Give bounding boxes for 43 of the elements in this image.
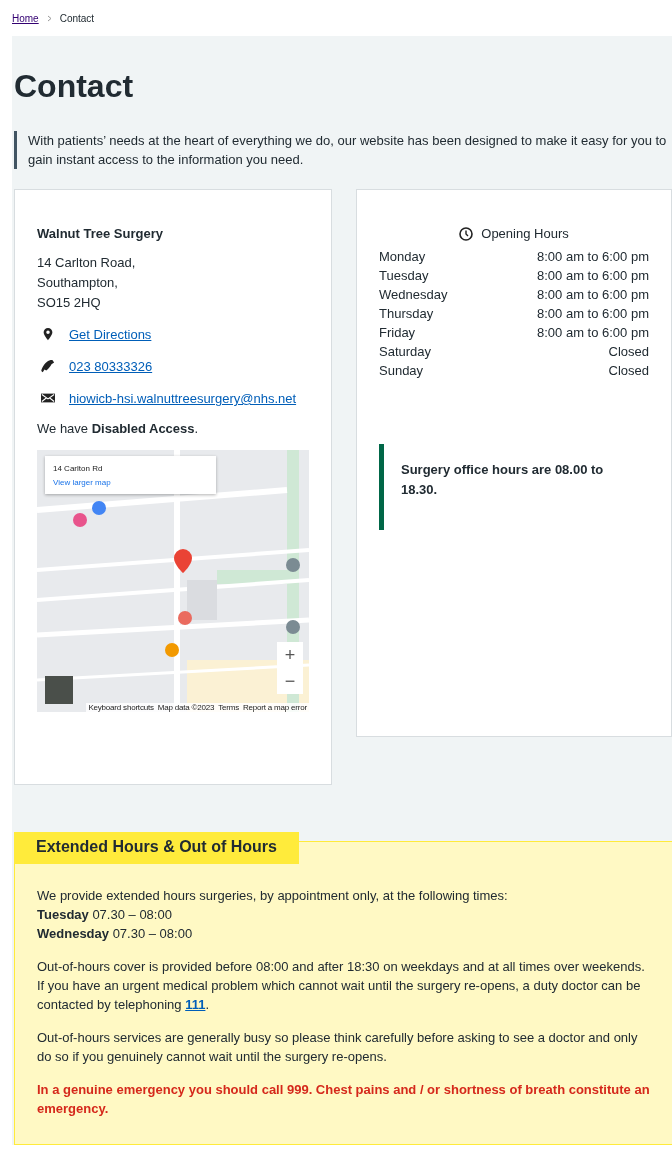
page-title: Contact xyxy=(14,68,135,105)
day-label: Saturday xyxy=(379,343,432,361)
map-footer-link[interactable]: Map data ©2023 xyxy=(157,703,215,712)
day-label: Monday xyxy=(379,248,426,266)
day-label: Sunday xyxy=(379,362,424,380)
hours-value: Closed xyxy=(608,343,649,361)
breadcrumb-current: Contact xyxy=(59,13,95,24)
map-footer-link[interactable]: Keyboard shortcuts xyxy=(88,703,154,712)
access-text: We have Disabled Access. xyxy=(37,421,200,436)
larger-map-link[interactable]: View larger map xyxy=(53,478,111,487)
directions-link[interactable]: Get Directions xyxy=(69,327,152,342)
out-of-hours-text: Out-of-hours cover is provided before 08:00 and after 18:30 on weekdays and at all times over weekends. If you have an urgent medical problem which cannot wait until the surgery re-opens, a duty doctor can be contacted by telephoning 111. xyxy=(37,958,646,1014)
intro-text: With patients’ needs at the heart of everything we do, our website has been designed to make it easy for you to gain instant access to the information you need. xyxy=(14,131,672,169)
day-label: Tuesday xyxy=(379,267,429,285)
hours-value: 8:00 am to 6:00 pm xyxy=(537,305,649,323)
chevron-icon xyxy=(46,15,52,22)
map-footer-link[interactable]: Report a map error xyxy=(243,703,307,712)
hours-value: 8:00 am to 6:00 pm xyxy=(537,248,649,266)
address: 14 Carlton Road, Southampton, SO15 2HQ xyxy=(37,254,137,312)
office-hours-note: Surgery office hours are 08.00 to 18.30. xyxy=(379,444,649,530)
services-text: Out-of-hours services are generally busy so please think carefully before asking to see a doctor and only do so if you genuinely cannot wait until the surgery re-opens. xyxy=(37,1029,639,1066)
panel-heading: Extended Hours & Out of Hours xyxy=(14,832,299,864)
hours-value: 8:00 am to 6:00 pm xyxy=(537,324,649,342)
hours-value: 8:00 am to 6:00 pm xyxy=(537,267,649,285)
place-title: 14 Carlton Rd xyxy=(53,464,104,473)
zoom-in-button[interactable]: + xyxy=(277,642,303,668)
hours-title: Opening Hours xyxy=(481,226,569,241)
emergency-text: In a genuine emergency you should call 999. Chest pains and / or shortness of breath constitute an emergency. xyxy=(37,1081,651,1118)
extended-hours-text: We provide extended hours surgeries, by appointment only, at the following times: Tuesday 07.30 – 08:00 Wednesday 07.30 – 08:00 xyxy=(37,887,509,943)
map-footer-link[interactable]: Terms xyxy=(218,703,239,712)
day-label: Thursday xyxy=(379,305,434,323)
envelope-icon xyxy=(41,391,55,405)
clock-icon xyxy=(459,226,474,241)
map-pin-icon xyxy=(41,327,55,341)
phone-link[interactable]: 023 80333326 xyxy=(69,359,153,374)
breadcrumb-link[interactable]: Home xyxy=(12,13,39,24)
zoom-out-button[interactable]: − xyxy=(277,668,303,694)
day-label: Friday xyxy=(379,324,416,342)
practice-name: Walnut Tree Surgery xyxy=(37,226,164,241)
hours-value: Closed xyxy=(608,362,649,380)
day-label: Wednesday xyxy=(379,286,448,304)
hours-value: 8:00 am to 6:00 pm xyxy=(537,286,649,304)
email-link[interactable]: hiowicb-hsi.walnuttreesurgery@nhs.net xyxy=(69,391,297,406)
